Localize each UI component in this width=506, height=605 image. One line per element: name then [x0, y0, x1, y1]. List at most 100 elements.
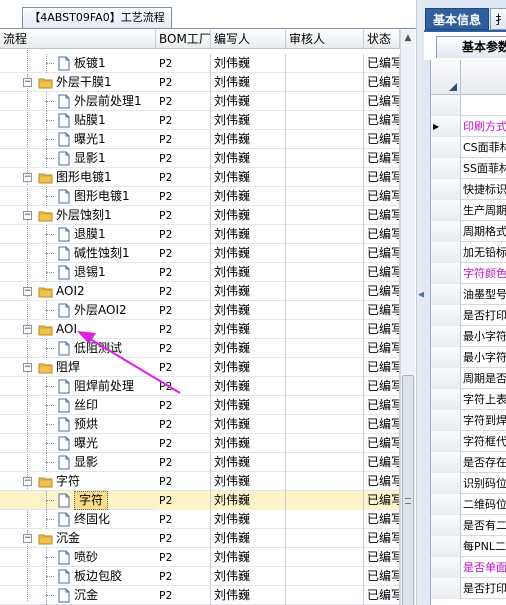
- property-row[interactable]: SS面菲林: [431, 158, 506, 179]
- process-name-cell[interactable]: 喷砂: [0, 548, 156, 567]
- scroll-thumb[interactable]: [402, 375, 414, 605]
- row-selector[interactable]: [431, 137, 461, 158]
- row-selector[interactable]: [431, 410, 461, 431]
- property-row[interactable]: 是否有二: [431, 515, 506, 536]
- process-name-cell[interactable]: 贴膜1: [0, 111, 156, 130]
- row-selector[interactable]: [431, 242, 461, 263]
- row-selector[interactable]: [431, 263, 461, 284]
- row-selector[interactable]: [431, 578, 461, 599]
- process-name-cell[interactable]: 图形电镀1: [0, 187, 156, 206]
- property-row[interactable]: 生产周期: [431, 200, 506, 221]
- process-name-cell[interactable]: − AOI: [0, 320, 156, 339]
- property-row[interactable]: 是否打印: [431, 305, 506, 326]
- process-name-cell[interactable]: − 阻焊: [0, 358, 156, 377]
- property-row[interactable]: 字符到焊: [431, 410, 506, 431]
- process-name-cell[interactable]: − 字符: [0, 472, 156, 491]
- table-row[interactable]: 沉金 P2 刘伟巍 已编写: [0, 586, 400, 605]
- table-row[interactable]: 碱性蚀刻1 P2 刘伟巍 已编写: [0, 244, 400, 263]
- collapse-icon[interactable]: −: [23, 211, 32, 220]
- process-name-cell[interactable]: 终固化: [0, 510, 156, 529]
- column-header-factory[interactable]: BOM工厂: [156, 30, 211, 49]
- column-header-status[interactable]: 状态: [364, 30, 400, 49]
- process-name-cell[interactable]: − AOI2: [0, 282, 156, 301]
- table-row[interactable]: 丝印 P2 刘伟巍 已编写: [0, 396, 400, 415]
- row-selector[interactable]: [431, 473, 461, 494]
- property-row[interactable]: 快捷标识: [431, 179, 506, 200]
- table-row[interactable]: − 外层蚀刻1 P2 刘伟巍 已编写: [0, 206, 400, 225]
- process-name-cell[interactable]: 退膜1: [0, 225, 156, 244]
- scroll-up-icon[interactable]: ▲: [402, 32, 414, 44]
- process-name-cell[interactable]: 显影: [0, 453, 156, 472]
- collapse-icon[interactable]: −: [23, 363, 32, 372]
- table-row[interactable]: 预烘 P2 刘伟巍 已编写: [0, 415, 400, 434]
- process-name-cell[interactable]: 显影1: [0, 149, 156, 168]
- row-selector[interactable]: [431, 347, 461, 368]
- process-name-cell[interactable]: − 外层干膜1: [0, 73, 156, 92]
- table-row[interactable]: 退膜1 P2 刘伟巍 已编写: [0, 225, 400, 244]
- collapse-icon[interactable]: −: [23, 173, 32, 182]
- row-selector[interactable]: [431, 284, 461, 305]
- property-row[interactable]: 是否打印: [431, 578, 506, 599]
- row-selector[interactable]: [431, 158, 461, 179]
- table-row[interactable]: 外层前处理1 P2 刘伟巍 已编写: [0, 92, 400, 111]
- process-name-cell[interactable]: 外层前处理1: [0, 92, 156, 111]
- table-row[interactable]: 低阻测试 P2 刘伟巍 已编写: [0, 339, 400, 358]
- property-row[interactable]: 最小字符: [431, 347, 506, 368]
- table-row[interactable]: 板边包胶 P2 刘伟巍 已编写: [0, 567, 400, 586]
- property-row[interactable]: 周期是否: [431, 368, 506, 389]
- row-selector[interactable]: [431, 305, 461, 326]
- table-row[interactable]: − 阻焊 P2 刘伟巍 已编写: [0, 358, 400, 377]
- row-selector[interactable]: [431, 515, 461, 536]
- process-name-cell[interactable]: 退锡1: [0, 263, 156, 282]
- process-name-cell[interactable]: 碱性蚀刻1: [0, 244, 156, 263]
- property-row[interactable]: 字符上表: [431, 389, 506, 410]
- table-row[interactable]: 曝光 P2 刘伟巍 已编写: [0, 434, 400, 453]
- table-row[interactable]: 阻焊前处理 P2 刘伟巍 已编写: [0, 377, 400, 396]
- collapse-icon[interactable]: −: [23, 534, 32, 543]
- row-selector[interactable]: [431, 389, 461, 410]
- collapse-icon[interactable]: −: [23, 325, 32, 334]
- table-row[interactable]: 贴膜1 P2 刘伟巍 已编写: [0, 111, 400, 130]
- column-header-reviewer[interactable]: 审核人: [286, 30, 364, 49]
- table-row[interactable]: 板镀1 P2 刘伟巍 已编写: [0, 54, 400, 73]
- property-row[interactable]: 每PNL二维: [431, 536, 506, 557]
- property-row[interactable]: [431, 95, 506, 116]
- row-selector[interactable]: [431, 536, 461, 557]
- process-name-cell[interactable]: 板镀1: [0, 54, 156, 73]
- table-row[interactable]: 退锡1 P2 刘伟巍 已编写: [0, 263, 400, 282]
- process-name-cell[interactable]: 预烘: [0, 415, 156, 434]
- process-name-cell[interactable]: 丝印: [0, 396, 156, 415]
- property-row[interactable]: 是否存在: [431, 452, 506, 473]
- process-name-cell[interactable]: 曝光: [0, 434, 156, 453]
- table-row[interactable]: − 沉金 P2 刘伟巍 已编写: [0, 529, 400, 548]
- grid-corner[interactable]: [431, 60, 461, 95]
- column-header-author[interactable]: 编写人: [211, 30, 286, 49]
- process-name-cell[interactable]: 阻焊前处理: [0, 377, 156, 396]
- process-name-cell[interactable]: 板边包胶: [0, 567, 156, 586]
- table-row[interactable]: 字符 P2 刘伟巍 已编写: [0, 491, 400, 510]
- row-selector[interactable]: [431, 431, 461, 452]
- table-row[interactable]: 显影 P2 刘伟巍 已编写: [0, 453, 400, 472]
- property-row[interactable]: 加无铅标: [431, 242, 506, 263]
- collapse-icon[interactable]: −: [23, 287, 32, 296]
- property-row[interactable]: 最小字符: [431, 326, 506, 347]
- process-name-cell[interactable]: − 沉金: [0, 529, 156, 548]
- vertical-scrollbar[interactable]: ▲: [400, 30, 415, 605]
- process-name-cell[interactable]: 曝光1: [0, 130, 156, 149]
- collapse-icon[interactable]: −: [23, 78, 32, 87]
- table-row[interactable]: 外层AOI2 P2 刘伟巍 已编写: [0, 301, 400, 320]
- property-row[interactable]: 周期格式: [431, 221, 506, 242]
- process-flow-tab[interactable]: 【4ABST09FA0】工艺流程: [22, 7, 172, 29]
- table-row[interactable]: 曝光1 P2 刘伟巍 已编写: [0, 130, 400, 149]
- property-row[interactable]: 是否单面: [431, 557, 506, 578]
- process-name-cell[interactable]: 低阻测试: [0, 339, 156, 358]
- property-row[interactable]: 识别码位: [431, 473, 506, 494]
- table-row[interactable]: 图形电镀1 P2 刘伟巍 已编写: [0, 187, 400, 206]
- row-selector[interactable]: [431, 326, 461, 347]
- table-row[interactable]: 终固化 P2 刘伟巍 已编写: [0, 510, 400, 529]
- tab-basic-params[interactable]: 基本参数: [436, 36, 506, 58]
- table-row[interactable]: 显影1 P2 刘伟巍 已编写: [0, 149, 400, 168]
- table-row[interactable]: − 外层干膜1 P2 刘伟巍 已编写: [0, 73, 400, 92]
- row-selector[interactable]: [431, 200, 461, 221]
- row-selector[interactable]: [431, 95, 461, 116]
